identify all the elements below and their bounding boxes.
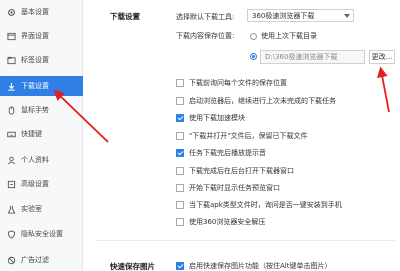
checkbox[interactable] [176, 96, 184, 105]
sidebar-item-label: 隐私安全设置 [21, 230, 63, 238]
checkbox[interactable] [176, 131, 184, 140]
quicksave-section-title: 快速保存图片 [110, 262, 155, 271]
sidebar-item-label: 下载设置 [21, 82, 49, 90]
radio-button[interactable] [250, 53, 257, 60]
sidebar-item-label: 实验室 [21, 205, 42, 213]
checkbox[interactable] [176, 166, 184, 175]
annotation-arrow-change [377, 66, 390, 113]
download-path-value: D:\360极速浏览器下载 [265, 53, 338, 61]
sidebar-item-profile[interactable]: 个人资料 [0, 150, 83, 170]
sidebar-item-lab[interactable]: 实验室 [0, 199, 83, 219]
layout-icon [7, 32, 16, 41]
download-icon [7, 82, 16, 91]
option-background-window[interactable]: 下载完成后在后台打开下载器窗口 [176, 165, 294, 176]
shield-icon [7, 229, 16, 239]
option-ask-location[interactable]: 下载前询问每个文件的保存位置 [176, 77, 287, 88]
settings-page: 基本设置 界面设置 标签设置 下载设置 鼠标手势 快捷键 个人资料 高级设置 实… [0, 0, 400, 271]
checkbox[interactable] [176, 113, 184, 122]
chevron-down-icon [344, 14, 350, 18]
gear-icon [7, 8, 16, 17]
option-accelerate[interactable]: 使用下载加速模块 [176, 112, 245, 123]
sidebar-item-privacy[interactable]: 隐私安全设置 [0, 224, 83, 244]
sidebar-item-basic[interactable]: 基本设置 [0, 2, 83, 22]
download-path-field[interactable]: D:\360极速浏览器下载 [260, 50, 365, 64]
sidebar-item-label: 基本设置 [21, 8, 49, 16]
sidebar-item-label: 个人资料 [21, 156, 49, 164]
sidebar-item-interface[interactable]: 界面设置 [0, 26, 83, 46]
sidebar-item-label: 标签设置 [21, 56, 49, 64]
sidebar-item-gesture[interactable]: 鼠标手势 [0, 100, 83, 120]
download-tool-value: 360极速浏览器下载 [252, 11, 315, 20]
last-dir-radio[interactable]: 使用上次下载目录 [250, 31, 317, 41]
sidebar-item-download[interactable]: 下载设置 [0, 76, 83, 96]
download-tool-select[interactable]: 360极速浏览器下载 [247, 9, 354, 22]
lab-icon [7, 205, 16, 214]
sidebar-item-label: 界面设置 [21, 32, 49, 40]
person-icon [7, 156, 16, 165]
sidebar-item-adblock[interactable]: 广告过滤 [0, 250, 83, 270]
last-dir-label: 使用上次下载目录 [261, 32, 317, 40]
option-apk-install[interactable]: 当下载apk类型文件时，询问是否一键安装到手机 [176, 199, 342, 210]
option-resume-tasks[interactable]: 启动浏览器后，继续进行上次未完成的下载任务 [176, 95, 336, 106]
option-quicksave-images[interactable]: 启用快速保存图片功能（按住Alt键单击图片） [176, 260, 331, 271]
sidebar-item-shortcuts[interactable]: 快捷键 [0, 124, 83, 144]
sidebar-item-label: 鼠标手势 [21, 106, 49, 114]
save-location-label: 下载内容保存位置: [176, 32, 235, 40]
option-keep-file[interactable]: "下载并打开"文件后，保留已下载文件 [176, 130, 307, 141]
radio-button[interactable] [250, 32, 257, 40]
sidebar-item-label: 广告过滤 [21, 256, 49, 264]
checkbox[interactable] [176, 78, 184, 87]
section-divider [96, 240, 396, 241]
advanced-icon [7, 180, 16, 189]
option-preview-window[interactable]: 开始下载时显示任务预览窗口 [176, 182, 280, 193]
sidebar-item-advanced[interactable]: 高级设置 [0, 174, 83, 194]
checkbox[interactable] [176, 183, 184, 192]
sidebar-item-label: 高级设置 [21, 180, 49, 188]
change-path-button[interactable]: 更改... [369, 50, 395, 64]
mouse-icon [7, 105, 16, 115]
tab-icon [7, 56, 16, 65]
block-icon [7, 256, 16, 265]
sidebar-item-label: 快捷键 [21, 130, 42, 138]
download-section-title: 下载设置 [110, 12, 140, 21]
checkbox[interactable] [176, 148, 184, 157]
option-safe-unzip[interactable]: 使用360浏览器安全解压 [176, 216, 265, 227]
option-play-sound[interactable]: 任务下载完后播放提示音 [176, 147, 266, 158]
checkbox[interactable] [176, 261, 184, 270]
checkbox[interactable] [176, 217, 184, 226]
checkbox[interactable] [176, 200, 184, 209]
keyboard-icon [7, 130, 16, 139]
sidebar-item-tabs[interactable]: 标签设置 [0, 50, 83, 70]
sidebar: 基本设置 界面设置 标签设置 下载设置 鼠标手势 快捷键 个人资料 高级设置 实… [0, 0, 83, 271]
default-tool-label: 选择默认下载工具: [176, 13, 235, 21]
